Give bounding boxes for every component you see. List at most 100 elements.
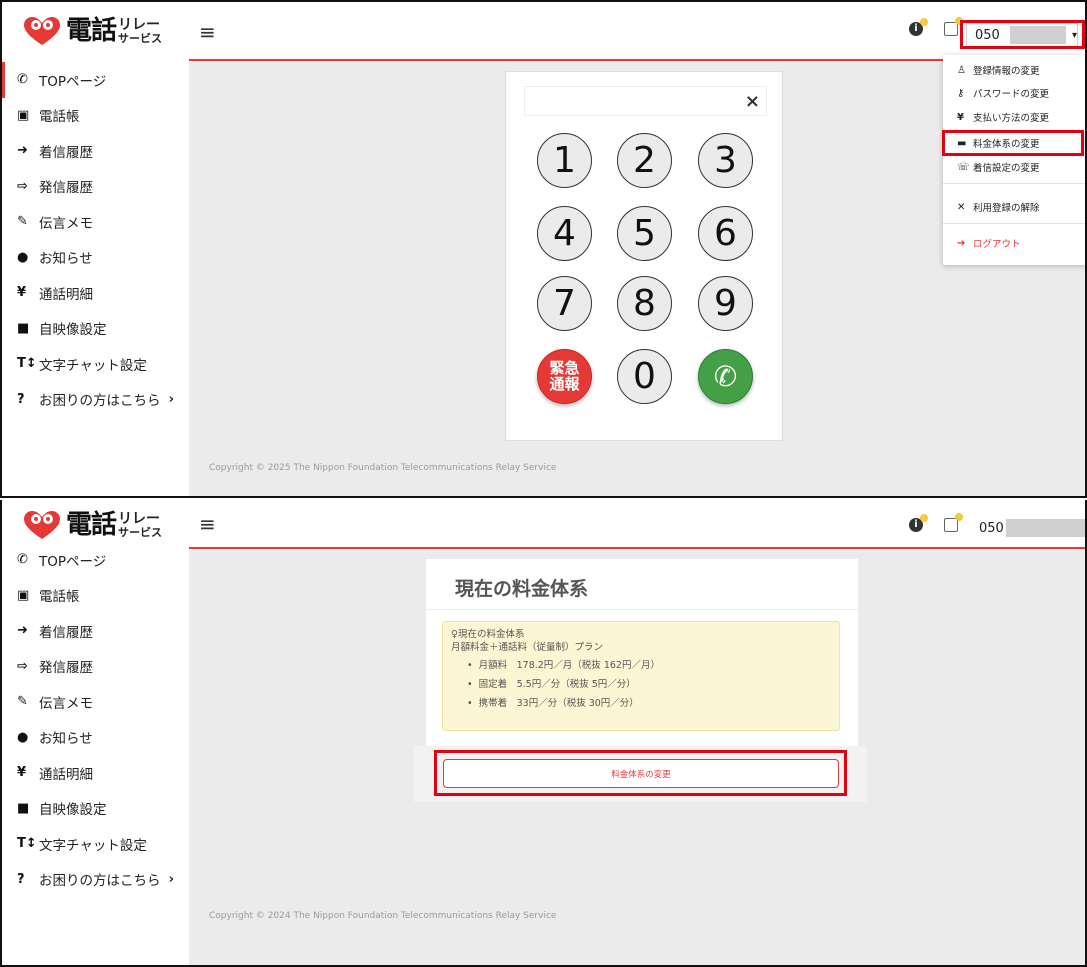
logo-sub-service: サービス: [118, 31, 163, 45]
chevron-right-icon: ›: [168, 871, 175, 888]
sidebar-item-news[interactable]: ● お知らせ: [2, 720, 189, 756]
menu-item-logout[interactable]: ➔ ログアウト: [957, 236, 1021, 251]
sidebar-item-label: お知らせ: [39, 251, 93, 268]
menu-item-profile[interactable]: ♙ 登録情報の変更: [957, 63, 1040, 78]
dial-key-7[interactable]: 7: [537, 276, 592, 331]
key-icon: ⚷: [957, 87, 965, 99]
sidebar-item-top[interactable]: ✆ TOPページ: [2, 62, 189, 98]
heart-logo-icon: [24, 511, 60, 539]
sidebar-item-label: 電話帳: [39, 109, 80, 126]
chevron-right-icon: ›: [168, 391, 175, 408]
bottom-screen: 電話 リレー サービス ✆ TOPページ ▣ 電話帳 ➜ 着信履歴 ⇨ 発信履歴 ✎ 伝言…: [0, 500, 1087, 967]
menu-item-incoming-settings[interactable]: ☏ 着信設定の変更: [957, 160, 1040, 175]
sidebar-item-self-video[interactable]: ■ 自映像設定: [2, 791, 189, 827]
sidebar: 電話 リレー サービス ✆ TOPページ ▣ 電話帳 ➜ 着信履歴 ⇨ 発信履歴 ✎ 伝言…: [2, 500, 189, 965]
plan-detail-landline: 固定着 5.5円／分（税抜 5円／分）: [467, 675, 831, 694]
plan-info-box: ♀現在の料金体系 月額料金＋通話料（従量制）プラン 月額料 178.2円／月（税…: [442, 621, 840, 731]
dial-key-0[interactable]: 0: [617, 349, 672, 404]
account-dropdown-menu: ♙ 登録情報の変更 ⚷ パスワードの変更 ¥ 支払い方法の変更 ▬ 料金体系の変更 ☏ 着…: [943, 55, 1085, 265]
sidebar-item-outgoing[interactable]: ⇨ 発信履歴: [2, 649, 189, 685]
memo-button[interactable]: [944, 513, 964, 538]
sidebar-item-label: 文字チャット設定: [39, 837, 147, 854]
call-button[interactable]: ✆: [698, 349, 753, 404]
highlight-phone-dropdown: [960, 20, 1085, 49]
sidebar-item-label: 自映像設定: [39, 802, 107, 819]
dial-key-1[interactable]: 1: [537, 133, 592, 188]
sidebar-item-incoming[interactable]: ➜ 着信履歴: [2, 133, 189, 169]
outgoing-icon: ⇨: [17, 658, 28, 674]
sidebar-item-label: 伝言メモ: [39, 215, 93, 232]
highlight-plan-menu-item: [942, 130, 1084, 156]
hamburger-menu-icon[interactable]: ≡: [199, 20, 216, 44]
info-badge-icon: i: [909, 514, 928, 532]
sidebar-item-label: 着信履歴: [39, 624, 93, 641]
info-badge-icon: i: [909, 18, 928, 36]
sidebar-item-call-details[interactable]: ¥ 通話明細: [2, 755, 189, 791]
text-size-icon: T↕: [17, 356, 37, 372]
sidebar-item-self-video[interactable]: ■ 自映像設定: [2, 311, 189, 347]
video-icon: ■: [17, 320, 30, 336]
sidebar-item-call-details[interactable]: ¥ 通話明細: [2, 275, 189, 311]
sidebar-item-help[interactable]: ? お困りの方はこちら ›: [2, 862, 189, 898]
dial-key-8[interactable]: 8: [617, 276, 672, 331]
dial-number-input[interactable]: ×: [524, 86, 767, 116]
sidebar-item-phonebook[interactable]: ▣ 電話帳: [2, 98, 189, 134]
phone-icon: ✆: [17, 552, 28, 568]
sidebar-item-phonebook[interactable]: ▣ 電話帳: [2, 578, 189, 614]
sidebar-item-help[interactable]: ? お困りの方はこちら ›: [2, 382, 189, 418]
sidebar-item-outgoing[interactable]: ⇨ 発信履歴: [2, 169, 189, 205]
dial-pad: × 1 2 3 4 5 6 7 8 9 緊急 通報 0 ✆: [505, 71, 783, 441]
sidebar-item-label: 通話明細: [39, 286, 93, 303]
logo[interactable]: 電話 リレー サービス: [22, 8, 182, 54]
menu-item-payment[interactable]: ¥ 支払い方法の変更: [957, 110, 1049, 125]
hamburger-menu-icon[interactable]: ≡: [199, 512, 216, 536]
notification-button[interactable]: i: [909, 18, 929, 42]
sidebar-item-incoming[interactable]: ➜ 着信履歴: [2, 613, 189, 649]
menu-item-password[interactable]: ⚷ パスワードの変更: [957, 86, 1049, 101]
page-title: 現在の料金体系: [455, 578, 589, 600]
logo-title: 電話: [66, 510, 117, 540]
sidebar-nav: ✆ TOPページ ▣ 電話帳 ➜ 着信履歴 ⇨ 発信履歴 ✎ 伝言メモ ● お知らせ ¥ 通話…: [2, 542, 189, 897]
copyright: Copyright © 2025 The Nippon Foundation T…: [209, 463, 557, 473]
sidebar-item-memo[interactable]: ✎ 伝言メモ: [2, 684, 189, 720]
sidebar-item-news[interactable]: ● お知らせ: [2, 240, 189, 276]
logo-sub-relay: リレー: [118, 16, 161, 33]
divider: [426, 609, 858, 610]
sidebar-item-label: 自映像設定: [39, 322, 107, 339]
menu-item-unregister[interactable]: ✕ 利用登録の解除: [957, 200, 1040, 215]
phone-settings-icon: ☏: [957, 161, 970, 173]
dial-key-3[interactable]: 3: [698, 133, 753, 188]
phonebook-icon: ▣: [17, 107, 30, 123]
sidebar-item-top[interactable]: ✆ TOPページ: [2, 542, 189, 578]
notification-button[interactable]: i: [909, 514, 929, 538]
yen-icon: ¥: [957, 111, 964, 123]
sidebar-item-text-chat[interactable]: T↕ 文字チャット設定: [2, 826, 189, 862]
menu-item-label: 利用登録の解除: [973, 203, 1040, 214]
logo-title: 電話: [66, 16, 117, 46]
copyright: Copyright © 2024 The Nippon Foundation T…: [209, 911, 557, 921]
dial-key-2[interactable]: 2: [617, 133, 672, 188]
sidebar-item-label: TOPページ: [39, 553, 107, 570]
phone-icon: ✆: [713, 360, 738, 393]
phone-prefix: 050: [979, 520, 1004, 536]
video-icon: ■: [17, 800, 30, 816]
plan-details: 月額料 178.2円／月（税抜 162円／月） 固定着 5.5円／分（税抜 5円…: [451, 656, 831, 713]
dial-key-4[interactable]: 4: [537, 206, 592, 261]
memo-edit-icon: ✎: [17, 694, 28, 710]
dial-key-6[interactable]: 6: [698, 206, 753, 261]
dial-key-5[interactable]: 5: [617, 206, 672, 261]
clear-icon[interactable]: ×: [745, 91, 760, 112]
incoming-icon: ➜: [17, 623, 28, 639]
info-icon: ●: [17, 729, 29, 745]
yen-icon: ¥: [17, 765, 27, 781]
emergency-button[interactable]: 緊急 通報: [537, 349, 592, 404]
emergency-label-2: 通報: [549, 374, 580, 393]
phone-number-dropdown[interactable]: 050: [971, 516, 1085, 540]
logo-sub-service: サービス: [118, 525, 163, 539]
sidebar-item-label: お困りの方はこちら: [39, 393, 161, 410]
dial-key-9[interactable]: 9: [698, 276, 753, 331]
sidebar-item-label: お知らせ: [39, 731, 93, 748]
sidebar-item-memo[interactable]: ✎ 伝言メモ: [2, 204, 189, 240]
sidebar-item-label: 伝言メモ: [39, 695, 93, 712]
sidebar-item-text-chat[interactable]: T↕ 文字チャット設定: [2, 346, 189, 382]
